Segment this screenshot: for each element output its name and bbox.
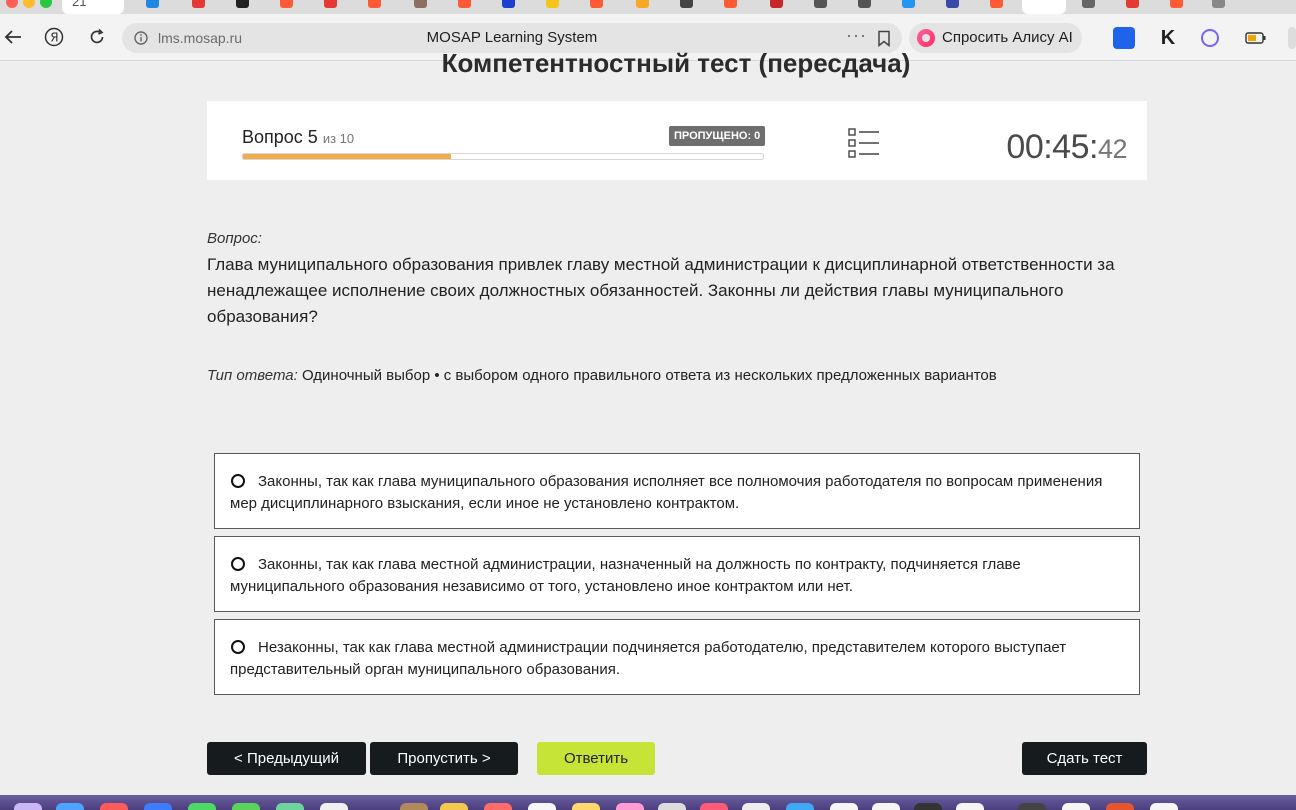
answer-type: Тип ответа: Одиночный выбор • с выбором … (207, 367, 997, 384)
dock-app-icon[interactable] (742, 803, 770, 810)
dock-app-icon[interactable] (440, 803, 468, 810)
timer: 00:45:42 (1006, 128, 1127, 167)
tab-favicon-icon[interactable] (590, 0, 603, 8)
dock-app-icon[interactable] (616, 803, 644, 810)
ask-alice-label: Спросить Алису AI (942, 29, 1073, 46)
tab-favicon-icon[interactable] (192, 0, 205, 8)
more-dots-icon[interactable]: ··· (846, 25, 867, 46)
question-number: Вопрос 5 (242, 127, 318, 147)
dock-app-icon[interactable] (700, 803, 728, 810)
timer-seconds: 42 (1097, 134, 1128, 164)
dock-app-icon[interactable] (188, 803, 216, 810)
answer-option-text: Законны, так как глава местной администр… (230, 556, 1021, 595)
dock-app-icon[interactable] (786, 803, 814, 810)
answer-option[interactable]: Незаконны, так как глава местной админис… (214, 619, 1140, 695)
yandex-home-icon[interactable]: Я (41, 24, 67, 50)
question-label: Вопрос: (207, 230, 262, 247)
dock-app-icon[interactable] (144, 803, 172, 810)
tab-favicon-icon[interactable] (236, 0, 249, 8)
answer-option-text: Незаконны, так как глава местной админис… (230, 639, 1067, 678)
alice-icon (917, 29, 935, 47)
tab-favicon-icon[interactable] (324, 0, 337, 8)
tab-favicon-icon[interactable] (902, 0, 915, 8)
tab-favicon-icon[interactable] (1170, 0, 1183, 8)
dock-app-icon[interactable] (830, 803, 858, 810)
tab-favicon-icon[interactable] (546, 0, 559, 8)
question-total: из 10 (322, 131, 355, 146)
dock-app-icon[interactable] (956, 803, 984, 810)
tab-favicon-icon[interactable] (414, 0, 427, 8)
dock-app-icon[interactable] (572, 803, 600, 810)
address-page-title: MOSAP Learning System (426, 29, 598, 46)
dock-app-icon[interactable] (872, 803, 900, 810)
extension-icon[interactable] (1288, 27, 1296, 49)
answer-type-label: Тип ответа: (207, 367, 298, 384)
tab-favicon-icon[interactable] (502, 0, 515, 8)
close-window-icon[interactable] (6, 0, 18, 8)
tab-favicon-icon[interactable] (1212, 0, 1225, 8)
dock-app-icon[interactable] (276, 803, 304, 810)
tab-active-label: 21 (72, 0, 87, 9)
tab-favicon-icon[interactable] (636, 0, 649, 8)
battery-icon[interactable] (1245, 27, 1267, 49)
progress-bar (242, 153, 764, 160)
extension-icon[interactable] (1201, 29, 1219, 47)
answer-button[interactable]: Ответить (537, 742, 655, 775)
skip-button[interactable]: Пропустить > (370, 742, 518, 775)
tab-favicon-icon[interactable] (814, 0, 827, 8)
page-title: Компетентностный тест (пересдача) (441, 48, 911, 78)
tab-favicon-icon[interactable] (1082, 0, 1095, 8)
reload-icon[interactable] (84, 24, 110, 50)
answer-type-value: Одиночный выбор • с выбором одного прави… (301, 367, 997, 384)
tab-favicon-icon[interactable] (680, 0, 693, 8)
tab-favicon-icon[interactable] (858, 0, 871, 8)
dock-app-icon[interactable] (1106, 803, 1134, 810)
tab-favicon-icon[interactable] (368, 0, 381, 8)
dock-app-icon[interactable] (56, 803, 84, 810)
dock-app-icon[interactable] (528, 803, 556, 810)
previous-button[interactable]: < Предыдущий (207, 742, 366, 775)
maximize-window-icon[interactable] (40, 0, 52, 8)
tab-favicon-icon[interactable] (280, 0, 293, 8)
tab-favicon-icon[interactable] (946, 0, 959, 8)
tab-favicon-icon[interactable] (724, 0, 737, 8)
answer-option[interactable]: Законны, так как глава местной администр… (214, 536, 1140, 612)
tab-favicon-icon[interactable] (458, 0, 471, 8)
dock-app-icon[interactable] (320, 803, 348, 810)
question-list-icon[interactable] (848, 128, 880, 158)
dock-app-icon[interactable] (658, 803, 686, 810)
question-counter: Вопрос 5 из 10 (242, 127, 354, 148)
skipped-badge: ПРОПУЩЕНО: 0 (669, 126, 766, 146)
dock-app-icon[interactable] (232, 803, 260, 810)
progress-card: Вопрос 5 из 10 ПРОПУЩЕНО: 0 00:45:42 (207, 101, 1147, 180)
back-icon[interactable] (0, 24, 26, 50)
answer-option[interactable]: Законны, так как глава муниципального об… (214, 453, 1140, 529)
dock-app-icon[interactable] (484, 803, 512, 810)
submit-test-button[interactable]: Сдать тест (1022, 742, 1147, 775)
dock-app-icon[interactable] (1018, 803, 1046, 810)
dock-app-icon[interactable] (14, 803, 42, 810)
extension-icon[interactable] (1113, 27, 1135, 49)
answer-option-text: Законны, так как глава муниципального об… (230, 473, 1103, 512)
svg-text:Я: Я (50, 31, 58, 45)
tab-favicon-icon[interactable] (146, 0, 159, 8)
question-text: Глава муниципального образования привлек… (207, 255, 1115, 326)
minimize-window-icon[interactable] (23, 0, 35, 8)
dock-app-icon[interactable] (914, 803, 942, 810)
extension-k-icon[interactable]: K (1157, 27, 1179, 49)
tab-favicon-icon[interactable] (770, 0, 783, 8)
timer-main: 00:45: (1006, 128, 1098, 166)
dock-app-icon[interactable] (400, 803, 428, 810)
tab-active[interactable]: 21 (62, 0, 124, 14)
tab-favicon-icon[interactable] (1126, 0, 1139, 8)
dock-app-icon[interactable] (1062, 803, 1090, 810)
tab-pinned[interactable] (1022, 0, 1066, 14)
dock-app-icon[interactable] (100, 803, 128, 810)
progress-bar-fill (243, 154, 451, 159)
dock (0, 795, 1296, 810)
tab-favicon-icon[interactable] (990, 0, 1003, 8)
dock-app-icon[interactable] (1150, 803, 1178, 810)
browser-tab-strip: 21 (0, 0, 1296, 14)
